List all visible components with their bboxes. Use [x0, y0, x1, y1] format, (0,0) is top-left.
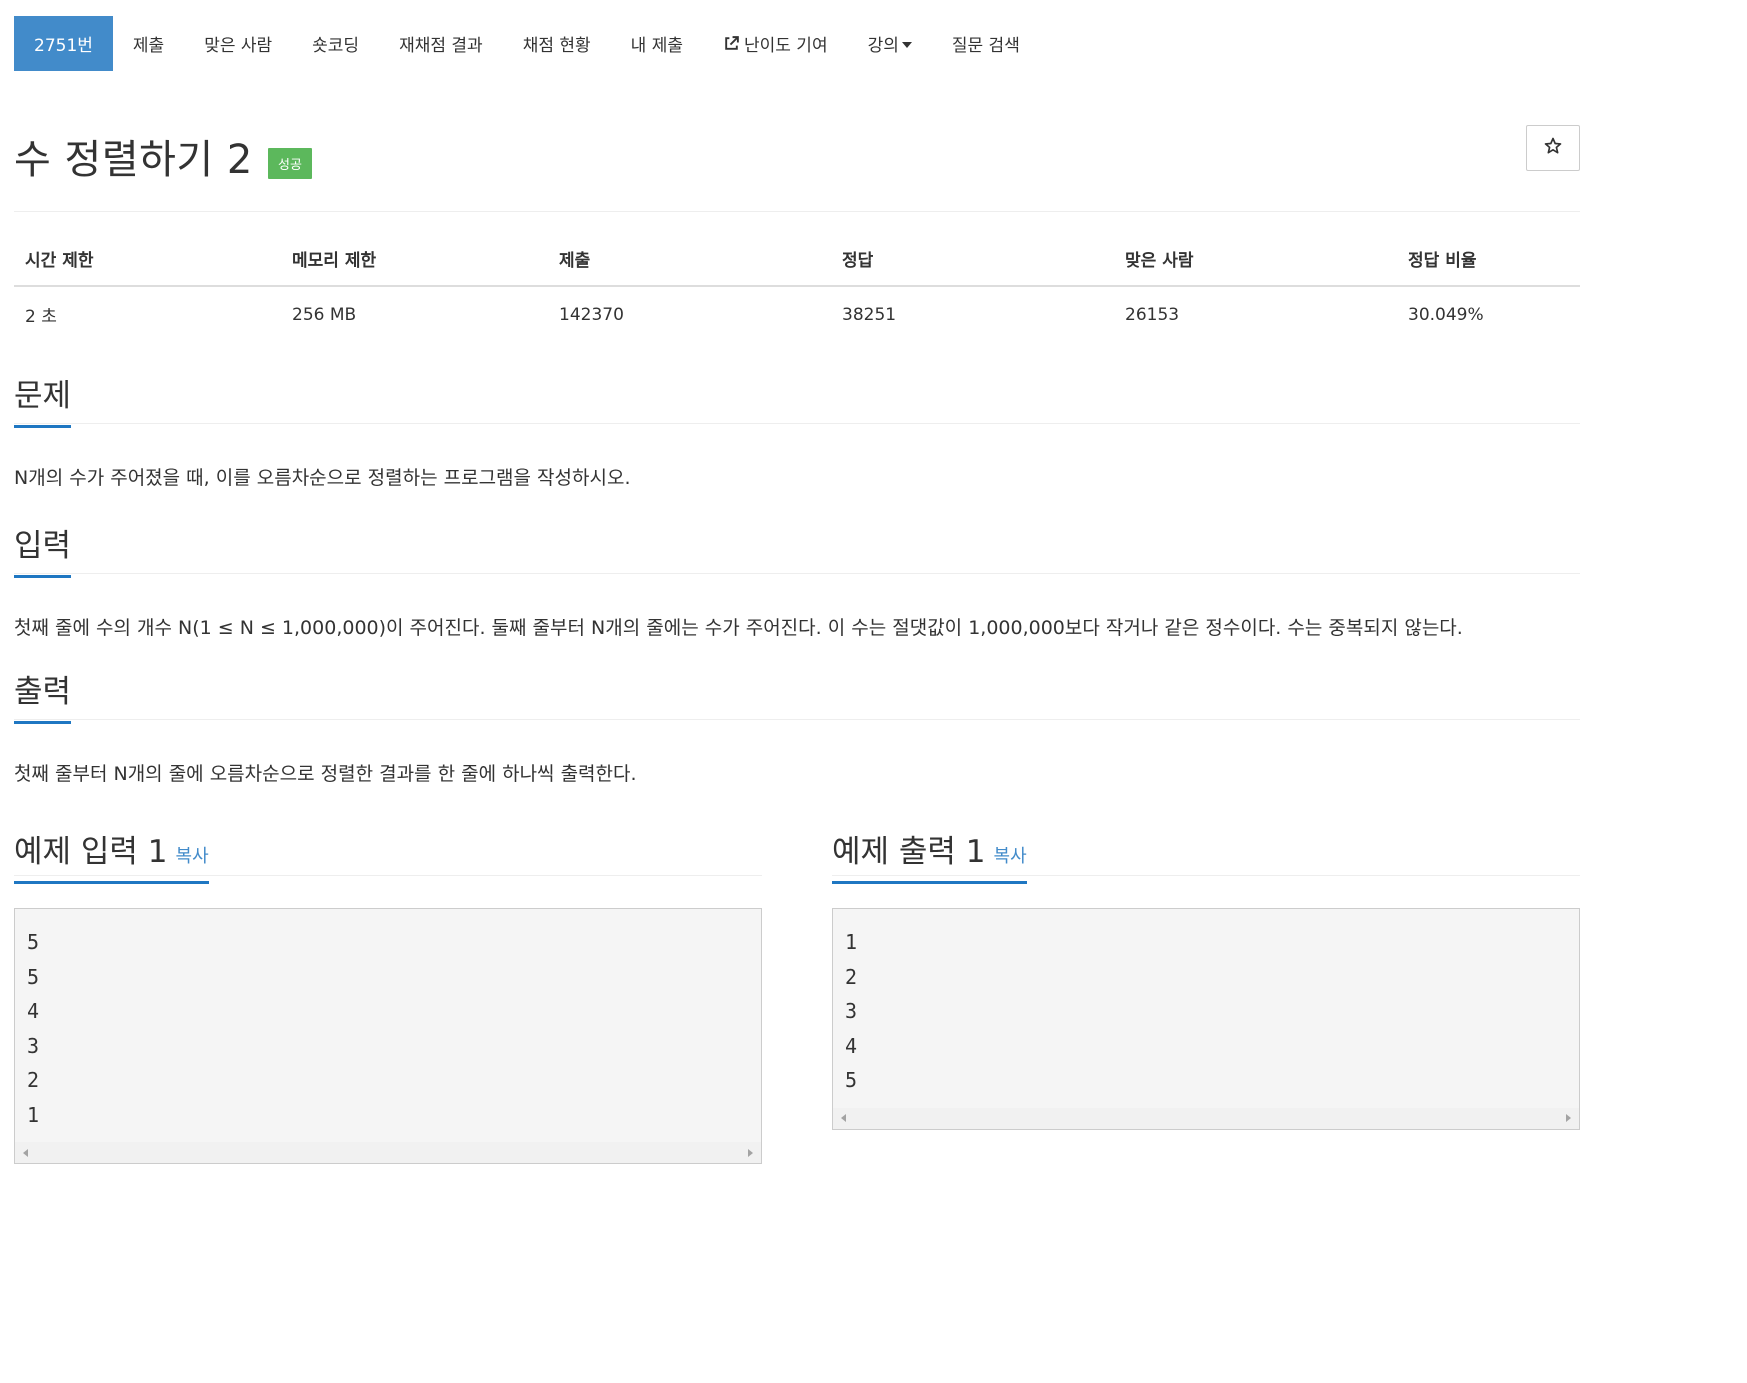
code-line: 1 [27, 1102, 40, 1127]
sample-input-box: 5 5 4 3 2 1 [14, 908, 762, 1164]
star-icon [1543, 136, 1563, 160]
input-description-text: 첫째 줄에 수의 개수 N(1 ≤ N ≤ 1,000,000)이 주어진다. … [14, 617, 1463, 639]
copy-button[interactable]: 복사 [176, 846, 209, 867]
code-block: 5 5 4 3 2 1 [15, 909, 761, 1142]
section-header: 문제 [14, 372, 1580, 428]
tab-label: 맞은 사람 [204, 36, 273, 56]
section-header: 입력 [14, 522, 1580, 578]
section-header: 예제 입력 1 복사 [14, 826, 762, 884]
scroll-left-icon[interactable] [841, 1114, 846, 1122]
sample-output-box: 1 2 3 4 5 [832, 908, 1580, 1130]
tab-label: 채점 현황 [522, 36, 591, 56]
tab-label: 강의 [867, 36, 899, 56]
tab-lectures-dropdown[interactable]: 강의 [848, 16, 932, 71]
table-header: 시간 제한 [14, 230, 281, 287]
code-line: 4 [27, 999, 40, 1023]
table-row: 2 초 256 MB 142370 38251 26153 30.049% [14, 286, 1580, 342]
problem-description-section: 문제 N개의 수가 주어졌을 때, 이를 오름차순으로 정렬하는 프로그램을 작… [14, 372, 1580, 498]
favorite-button[interactable] [1526, 125, 1580, 171]
section-title: 문제 [14, 370, 72, 428]
sample-output-title: 예제 출력 1 [832, 834, 986, 870]
tab-rejudge-results[interactable]: 재채점 결과 [379, 16, 503, 71]
tab-solved-users[interactable]: 맞은 사람 [184, 16, 292, 71]
code-line: 3 [27, 1033, 40, 1058]
problem-page: 2751번 제출 맞은 사람 숏코딩 재채점 결과 채점 현황 내 제출 난이도… [14, 16, 1580, 1164]
problem-info-table: 시간 제한 메모리 제한 제출 정답 맞은 사람 정답 비율 2 초 256 M… [14, 230, 1580, 342]
memory-limit-value: 256 MB [292, 304, 357, 325]
tab-problem-number[interactable]: 2751번 [14, 16, 113, 71]
tab-question-search[interactable]: 질문 검색 [932, 16, 1040, 71]
output-section: 출력 첫째 줄부터 N개의 줄에 오름차순으로 정렬한 결과를 한 줄에 하나씩… [14, 668, 1580, 794]
code-line: 4 [845, 1033, 858, 1058]
sample-input-title: 예제 입력 1 [14, 834, 168, 870]
problem-description-text: N개의 수가 주어졌을 때, 이를 오름차순으로 정렬하는 프로그램을 작성하시… [14, 467, 631, 489]
input-section: 입력 첫째 줄에 수의 개수 N(1 ≤ N ≤ 1,000,000)이 주어진… [14, 522, 1580, 648]
copy-button[interactable]: 복사 [994, 846, 1027, 867]
problem-header: 수 정렬하기 2 성공 [14, 125, 1580, 212]
tab-judge-status[interactable]: 채점 현황 [503, 16, 611, 71]
code-line: 5 [845, 1068, 858, 1092]
page-title: 수 정렬하기 2 [14, 137, 253, 183]
code-line: 5 [27, 930, 40, 954]
submissions-value: 142370 [559, 304, 624, 325]
solved-users-value: 26153 [1125, 304, 1180, 325]
tab-label: 내 제출 [630, 36, 683, 56]
caret-down-icon [901, 41, 912, 48]
tab-my-submissions[interactable]: 내 제출 [611, 16, 703, 71]
status-badge: 성공 [267, 147, 312, 179]
scroll-right-icon[interactable] [748, 1148, 753, 1157]
tab-label: 숏코딩 [312, 36, 360, 56]
section-title: 예제 출력 1 복사 [832, 826, 1027, 884]
tab-label: 제출 [132, 36, 165, 56]
code-line: 2 [27, 1068, 40, 1092]
code-line: 3 [845, 999, 858, 1023]
output-description-text: 첫째 줄부터 N개의 줄에 오름차순으로 정렬한 결과를 한 줄에 하나씩 출력… [14, 763, 637, 785]
time-limit-value: 2 초 [25, 307, 57, 327]
table-header: 맞은 사람 [1114, 230, 1397, 287]
code-line: 5 [27, 964, 40, 989]
section-header: 예제 출력 1 복사 [832, 826, 1580, 884]
code-line: 2 [845, 964, 858, 989]
scroll-left-icon[interactable] [23, 1148, 28, 1157]
tab-label: 난이도 기여 [743, 36, 828, 56]
table-header-row: 시간 제한 메모리 제한 제출 정답 맞은 사람 정답 비율 [14, 230, 1580, 287]
section-title: 입력 [14, 520, 72, 578]
horizontal-scrollbar[interactable] [15, 1142, 761, 1163]
sample-output-panel: 예제 출력 1 복사 1 2 3 4 5 [832, 826, 1580, 1164]
section-title: 출력 [14, 666, 72, 724]
section-title: 예제 입력 1 복사 [14, 826, 209, 884]
tab-label: 재채점 결과 [399, 36, 483, 56]
section-header: 출력 [14, 668, 1580, 724]
problem-tabs: 2751번 제출 맞은 사람 숏코딩 재채점 결과 채점 현황 내 제출 난이도… [14, 16, 1580, 71]
table-header: 메모리 제한 [281, 230, 548, 287]
table-header: 정답 비율 [1397, 230, 1580, 287]
table-header: 정답 [831, 230, 1114, 287]
external-link-icon [723, 35, 740, 52]
tab-label: 질문 검색 [951, 36, 1020, 56]
scroll-right-icon[interactable] [1566, 1114, 1571, 1122]
samples-row: 예제 입력 1 복사 5 5 4 3 2 1 예제 출력 1 복사 1 2 3 … [14, 826, 1580, 1164]
horizontal-scrollbar[interactable] [833, 1107, 1579, 1129]
accepted-value: 38251 [842, 304, 897, 325]
tab-submit[interactable]: 제출 [113, 16, 184, 71]
tab-label: 2751번 [34, 36, 93, 56]
tab-short-coding[interactable]: 숏코딩 [292, 16, 379, 71]
sample-input-panel: 예제 입력 1 복사 5 5 4 3 2 1 [14, 826, 762, 1164]
tab-difficulty-contribution[interactable]: 난이도 기여 [703, 16, 848, 71]
code-line: 1 [845, 930, 858, 954]
table-header: 제출 [548, 230, 831, 287]
code-block: 1 2 3 4 5 [833, 909, 1579, 1108]
accept-ratio-value: 30.049% [1408, 304, 1484, 325]
